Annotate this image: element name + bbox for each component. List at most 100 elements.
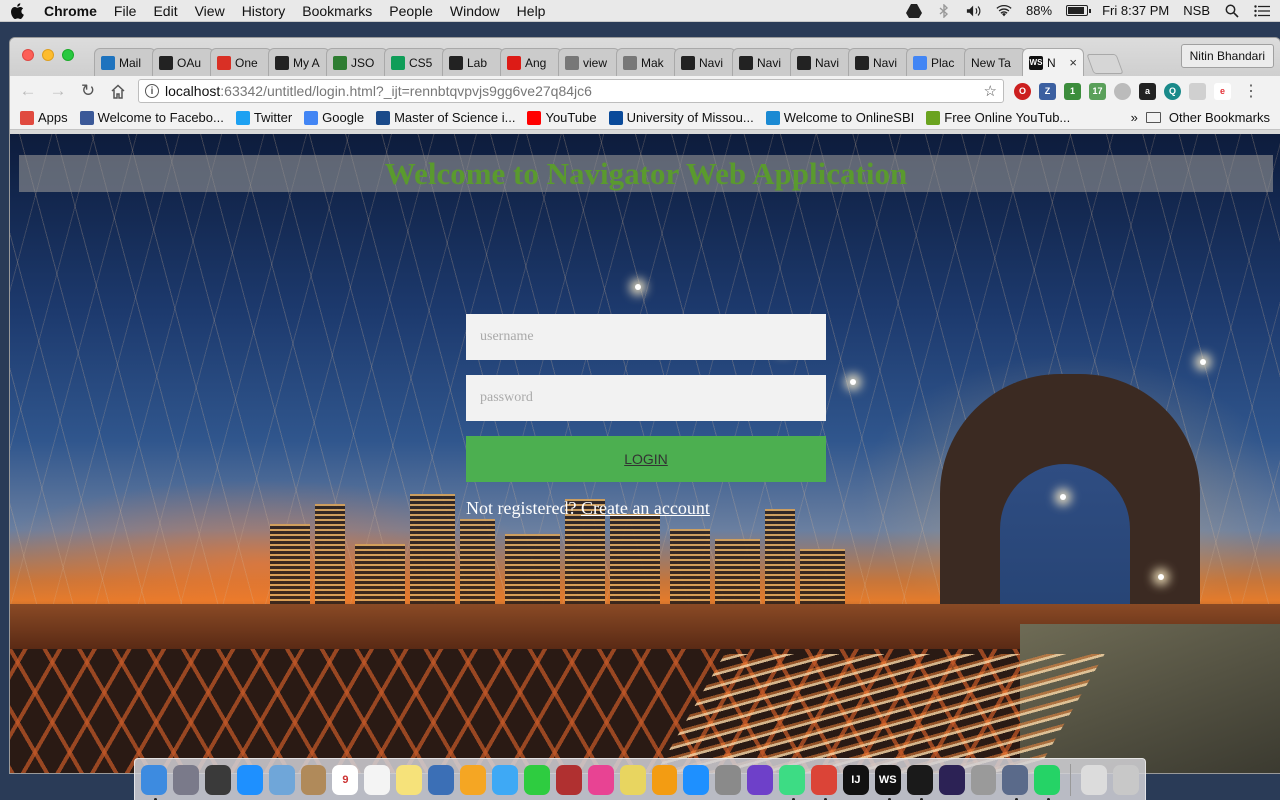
- menu-window[interactable]: Window: [450, 3, 500, 19]
- photo-slideshow-icon[interactable]: [555, 764, 582, 795]
- bookmark-item[interactable]: Google: [304, 110, 364, 125]
- itunes-icon[interactable]: [587, 764, 614, 795]
- tab-active[interactable]: WS N ×: [1022, 48, 1084, 76]
- webstorm-icon[interactable]: WS: [874, 764, 901, 800]
- forward-arrow-icon[interactable]: →: [48, 81, 68, 101]
- bookmark-item[interactable]: Welcome to OnlineSBI: [765, 110, 914, 125]
- scanner-icon[interactable]: [1002, 764, 1029, 800]
- downloads-icon[interactable]: [1081, 764, 1108, 795]
- extension-badge-icon[interactable]: 1: [1064, 82, 1081, 100]
- close-tab-icon[interactable]: ×: [1069, 55, 1077, 70]
- username-input[interactable]: [466, 314, 826, 360]
- profile-button[interactable]: Nitin Bhandari: [1180, 44, 1274, 68]
- volume-icon[interactable]: [966, 4, 982, 18]
- menu-view[interactable]: View: [195, 3, 225, 19]
- password-input[interactable]: [466, 375, 826, 421]
- amazon-icon[interactable]: a: [1139, 82, 1156, 100]
- close-window-button[interactable]: [22, 49, 34, 61]
- eclipse-icon[interactable]: [938, 764, 965, 795]
- minimize-window-button[interactable]: [42, 49, 54, 61]
- terminal-icon[interactable]: [906, 764, 933, 800]
- photo-booth-icon[interactable]: [428, 764, 455, 795]
- tab-15[interactable]: New Ta: [964, 48, 1026, 76]
- chrome-icon[interactable]: [811, 764, 837, 800]
- reload-icon[interactable]: ↻: [78, 81, 98, 101]
- menu-help[interactable]: Help: [517, 3, 546, 19]
- system-preferences-icon[interactable]: [715, 764, 742, 795]
- wifi-icon[interactable]: [996, 4, 1012, 18]
- bookmark-item[interactable]: Welcome to Facebo...: [79, 110, 224, 125]
- home-icon[interactable]: [108, 81, 128, 101]
- site-info-icon[interactable]: i: [145, 84, 159, 98]
- xcode-icon[interactable]: [970, 764, 997, 795]
- chrome-menu-icon[interactable]: ⋮: [1243, 81, 1259, 101]
- calendar-icon[interactable]: 9: [332, 764, 359, 795]
- create-account-link[interactable]: Create an account: [581, 498, 710, 518]
- github-desktop-icon[interactable]: [747, 764, 774, 795]
- other-bookmarks-button[interactable]: Other Bookmarks: [1169, 110, 1270, 125]
- bookmark-item[interactable]: University of Missou...: [608, 110, 754, 125]
- tab-1[interactable]: OAu: [152, 48, 214, 76]
- bookmark-item[interactable]: Twitter: [235, 110, 292, 125]
- tab-13[interactable]: Navi: [848, 48, 910, 76]
- tab-10[interactable]: Navi: [674, 48, 736, 76]
- messages-icon[interactable]: [491, 764, 518, 795]
- tab-7[interactable]: Ang: [500, 48, 562, 76]
- tab-3[interactable]: My A: [268, 48, 330, 76]
- ibooks-icon[interactable]: [651, 764, 678, 795]
- android-studio-icon[interactable]: [779, 764, 806, 800]
- tab-2[interactable]: One: [210, 48, 272, 76]
- ebay-icon[interactable]: e: [1214, 82, 1231, 100]
- menu-bookmarks[interactable]: Bookmarks: [302, 3, 372, 19]
- bookmark-item[interactable]: Free Online YouTub...: [926, 110, 1070, 125]
- tab-6[interactable]: Lab: [442, 48, 504, 76]
- photos-icon[interactable]: [460, 764, 486, 795]
- mission-control-icon[interactable]: [204, 764, 231, 795]
- notification-center-icon[interactable]: [1254, 4, 1270, 18]
- zotero-icon[interactable]: Z: [1039, 82, 1056, 100]
- tab-4[interactable]: JSO: [326, 48, 388, 76]
- reminders-icon[interactable]: [364, 764, 391, 795]
- trash-icon[interactable]: [1113, 764, 1139, 795]
- maximize-window-button[interactable]: [62, 49, 74, 61]
- opera-icon[interactable]: O: [1014, 82, 1031, 100]
- menubar-clock[interactable]: Fri 8:37 PM: [1102, 3, 1169, 18]
- bookmark-item[interactable]: Master of Science i...: [376, 110, 515, 125]
- tab-14[interactable]: Plac: [906, 48, 968, 76]
- triangle-extension-icon[interactable]: [1189, 82, 1206, 100]
- calendar-extension-icon[interactable]: 17: [1089, 82, 1106, 100]
- tab-0[interactable]: Mail: [94, 48, 156, 76]
- safari-icon[interactable]: [236, 764, 263, 795]
- whatsapp-icon[interactable]: [1034, 764, 1061, 800]
- menu-edit[interactable]: Edit: [153, 3, 177, 19]
- search-extension-icon[interactable]: Q: [1164, 82, 1181, 100]
- login-button[interactable]: LOGIN: [466, 436, 826, 482]
- bookmark-star-icon[interactable]: ☆: [984, 82, 997, 100]
- finder-icon[interactable]: [141, 764, 167, 800]
- launchpad-icon[interactable]: [172, 764, 199, 795]
- new-tab-button[interactable]: [1086, 54, 1124, 74]
- menu-people[interactable]: People: [389, 3, 433, 19]
- menu-history[interactable]: History: [242, 3, 286, 19]
- facetime-icon[interactable]: [523, 764, 550, 795]
- bookmark-item[interactable]: YouTube: [527, 110, 597, 125]
- menubar-user[interactable]: NSB: [1183, 3, 1210, 18]
- tab-11[interactable]: Navi: [732, 48, 794, 76]
- tab-12[interactable]: Navi: [790, 48, 852, 76]
- address-bar[interactable]: i localhost :63342/untitled/login.html?_…: [138, 79, 1004, 103]
- back-arrow-icon[interactable]: ←: [18, 81, 38, 101]
- preview-icon[interactable]: [268, 764, 295, 795]
- tab-9[interactable]: Mak: [616, 48, 678, 76]
- battery-icon[interactable]: [1066, 5, 1092, 16]
- intellij-icon[interactable]: IJ: [842, 764, 869, 795]
- bookmarks-overflow-icon[interactable]: »: [1131, 110, 1138, 125]
- menu-app-name[interactable]: Chrome: [44, 3, 97, 19]
- tab-8[interactable]: view: [558, 48, 620, 76]
- bookmark-item[interactable]: Apps: [20, 110, 68, 125]
- drive-icon[interactable]: [906, 3, 923, 18]
- apple-menu-icon[interactable]: [10, 2, 24, 19]
- cloud-extension-icon[interactable]: [1114, 82, 1131, 100]
- notes-icon[interactable]: [396, 764, 423, 795]
- app-store-icon[interactable]: [683, 764, 710, 795]
- spotlight-search-icon[interactable]: [1224, 4, 1240, 18]
